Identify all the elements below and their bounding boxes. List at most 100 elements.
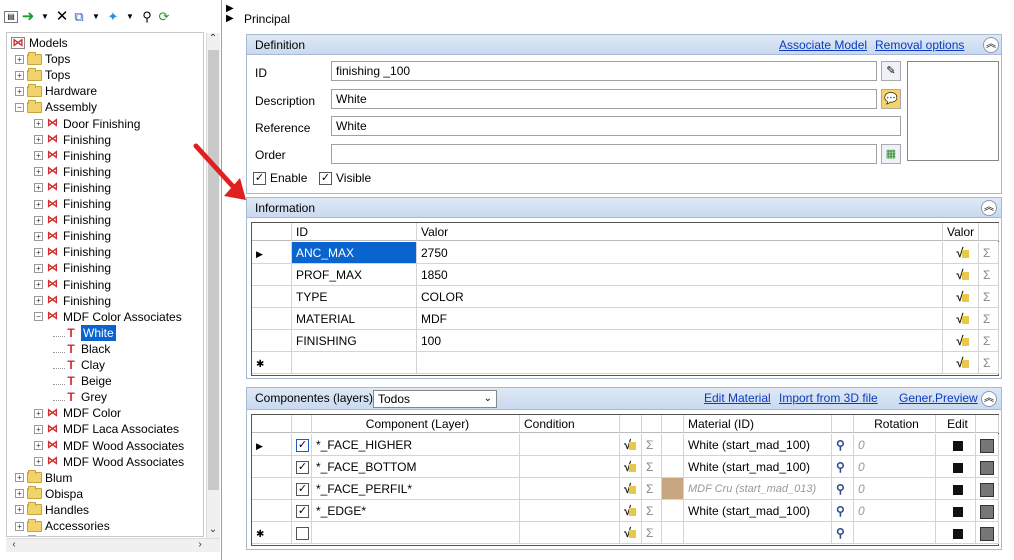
comp-find-cell[interactable]: ⚲: [832, 522, 854, 544]
dropdown-icon[interactable]: ▼: [89, 8, 103, 26]
info-col-id[interactable]: ID: [292, 223, 417, 241]
sigma-icon[interactable]: Σ: [983, 268, 990, 282]
tree-item[interactable]: T Black: [53, 341, 110, 357]
removal-options-link[interactable]: Removal options: [875, 35, 964, 55]
palette-icon[interactable]: [980, 526, 994, 541]
associate-model-link[interactable]: Associate Model: [779, 35, 867, 55]
expand-icon[interactable]: +: [34, 199, 43, 209]
info-row-header[interactable]: ✱: [252, 352, 292, 374]
comp-find-cell[interactable]: ⚲: [832, 456, 854, 478]
tree-item[interactable]: ⋈ Models: [11, 35, 68, 51]
tree-item[interactable]: − ⋈ MDF Color Associates: [34, 309, 182, 325]
sigma-icon[interactable]: Σ: [646, 504, 653, 518]
comp-sum-cell[interactable]: Σ: [642, 478, 662, 500]
comp-row-header[interactable]: [252, 500, 292, 522]
comp-component-cell[interactable]: *_FACE_BOTTOM: [312, 456, 520, 478]
comp-condition-cell[interactable]: [520, 478, 620, 500]
info-id-cell[interactable]: ANC_MAX: [292, 242, 417, 264]
sigma-icon[interactable]: Σ: [983, 312, 990, 326]
sigma-icon[interactable]: Σ: [983, 356, 990, 370]
info-col-valor[interactable]: Valor: [417, 223, 943, 241]
order-field[interactable]: [331, 144, 877, 164]
id-field[interactable]: finishing _100: [331, 61, 877, 81]
enable-checkbox[interactable]: ✓ Enable: [253, 171, 307, 185]
info-id-cell[interactable]: FINISHING: [292, 330, 417, 352]
tree-item[interactable]: + ⋈ Finishing: [34, 196, 111, 212]
formula-icon[interactable]: √: [956, 245, 969, 260]
tree-item[interactable]: + ⋈ Finishing: [34, 164, 111, 180]
info-formula-cell[interactable]: √: [943, 286, 979, 308]
comp-condition-cell[interactable]: [520, 500, 620, 522]
info-row-header[interactable]: ▶: [252, 242, 292, 264]
expand-icon[interactable]: +: [34, 151, 43, 161]
tree-item[interactable]: + ⋈ Door Finishing: [34, 116, 140, 132]
sigma-icon[interactable]: Σ: [646, 438, 653, 452]
edit-material-link[interactable]: Edit Material: [704, 388, 771, 408]
scroll-down-icon[interactable]: ⌄: [207, 524, 219, 536]
comp-col-component[interactable]: Component (Layer): [312, 415, 520, 433]
expand-icon[interactable]: +: [34, 296, 43, 306]
tree-item[interactable]: + Obispa: [15, 486, 83, 502]
info-formula-cell[interactable]: √: [943, 352, 979, 374]
sigma-icon[interactable]: Σ: [646, 526, 653, 540]
comp-rotation-cell[interactable]: 0: [854, 434, 936, 456]
formula-icon[interactable]: √: [624, 437, 637, 452]
comp-col-rotation[interactable]: Rotation: [854, 415, 936, 433]
comp-edit-cell[interactable]: [936, 478, 976, 500]
formula-icon[interactable]: √: [624, 525, 637, 540]
comp-sum-cell[interactable]: Σ: [642, 522, 662, 544]
info-id-cell[interactable]: MATERIAL: [292, 308, 417, 330]
expand-icon[interactable]: +: [15, 521, 24, 531]
comp-palette-cell[interactable]: [976, 522, 999, 544]
comp-enabled-checkbox[interactable]: ✓: [292, 434, 312, 456]
comp-edit-cell[interactable]: [936, 500, 976, 522]
tree-item[interactable]: + ⋈ Finishing: [34, 293, 111, 309]
collapse-icon[interactable]: −: [34, 312, 43, 322]
comp-col-edit[interactable]: Edit: [936, 415, 976, 433]
comp-palette-cell[interactable]: [976, 500, 999, 522]
tree-item[interactable]: +Composic: [15, 534, 98, 536]
comp-sum-cell[interactable]: Σ: [642, 434, 662, 456]
comp-palette-cell[interactable]: [976, 478, 999, 500]
id-pick-icon[interactable]: ✎: [881, 61, 901, 81]
tree-item[interactable]: − Assembly: [15, 99, 97, 115]
expand-icon[interactable]: +: [15, 70, 24, 80]
information-grid[interactable]: ID Valor Valor ▶ ANC_MAX 2750 √ Σ PROF_MAX 185…: [251, 222, 999, 376]
expand-icon[interactable]: +: [34, 119, 43, 128]
copy-icon[interactable]: ⧉: [72, 8, 86, 26]
comp-row-header[interactable]: [252, 456, 292, 478]
expand-icon[interactable]: +: [34, 247, 43, 257]
comp-rotation-cell[interactable]: 0: [854, 456, 936, 478]
tree-item[interactable]: + ⋈ MDF Laca Associates: [34, 421, 179, 437]
comp-rotation-cell[interactable]: 0: [854, 500, 936, 522]
info-row-header[interactable]: [252, 286, 292, 308]
visible-checkbox[interactable]: ✓ Visible: [319, 171, 371, 185]
tree-item[interactable]: + ⋈ Finishing: [34, 148, 111, 164]
tree-item[interactable]: + ⋈ Finishing: [34, 180, 111, 196]
comp-component-cell[interactable]: *_EDGE*: [312, 500, 520, 522]
comp-rotation-cell[interactable]: [854, 522, 936, 544]
expand-icon[interactable]: +: [34, 183, 43, 193]
sigma-icon[interactable]: Σ: [983, 246, 990, 260]
expand-icon[interactable]: +: [34, 457, 43, 467]
components-grid[interactable]: Component (Layer) Condition Material (ID…: [251, 414, 999, 546]
tree-item[interactable]: + ⋈ MDF Wood Associates: [34, 454, 184, 470]
comp-rotation-cell[interactable]: 0: [854, 478, 936, 500]
comp-condition-cell[interactable]: [520, 456, 620, 478]
comp-enabled-checkbox[interactable]: [292, 522, 312, 544]
info-id-cell[interactable]: TYPE: [292, 286, 417, 308]
model-tree[interactable]: ⋈ Models + Tops + Tops + Hardware − Assembly + ⋈ Doo…: [6, 32, 204, 537]
reference-field[interactable]: White: [331, 116, 901, 136]
expand-icon[interactable]: +: [34, 215, 43, 225]
scroll-up-icon[interactable]: ⌃: [207, 33, 219, 45]
expand-icon[interactable]: +: [34, 231, 43, 241]
order-table-icon[interactable]: ▦: [881, 144, 901, 164]
description-field[interactable]: White: [331, 89, 877, 109]
tree-item[interactable]: T White: [53, 324, 116, 341]
comp-formula-cell[interactable]: √: [620, 434, 642, 456]
info-valor-cell[interactable]: COLOR: [417, 286, 943, 308]
binoculars-icon[interactable]: ⚲: [836, 526, 845, 540]
formula-icon[interactable]: √: [624, 503, 637, 518]
collapse-components-icon[interactable]: ︽: [981, 391, 997, 407]
info-sum-cell[interactable]: Σ: [979, 286, 999, 308]
